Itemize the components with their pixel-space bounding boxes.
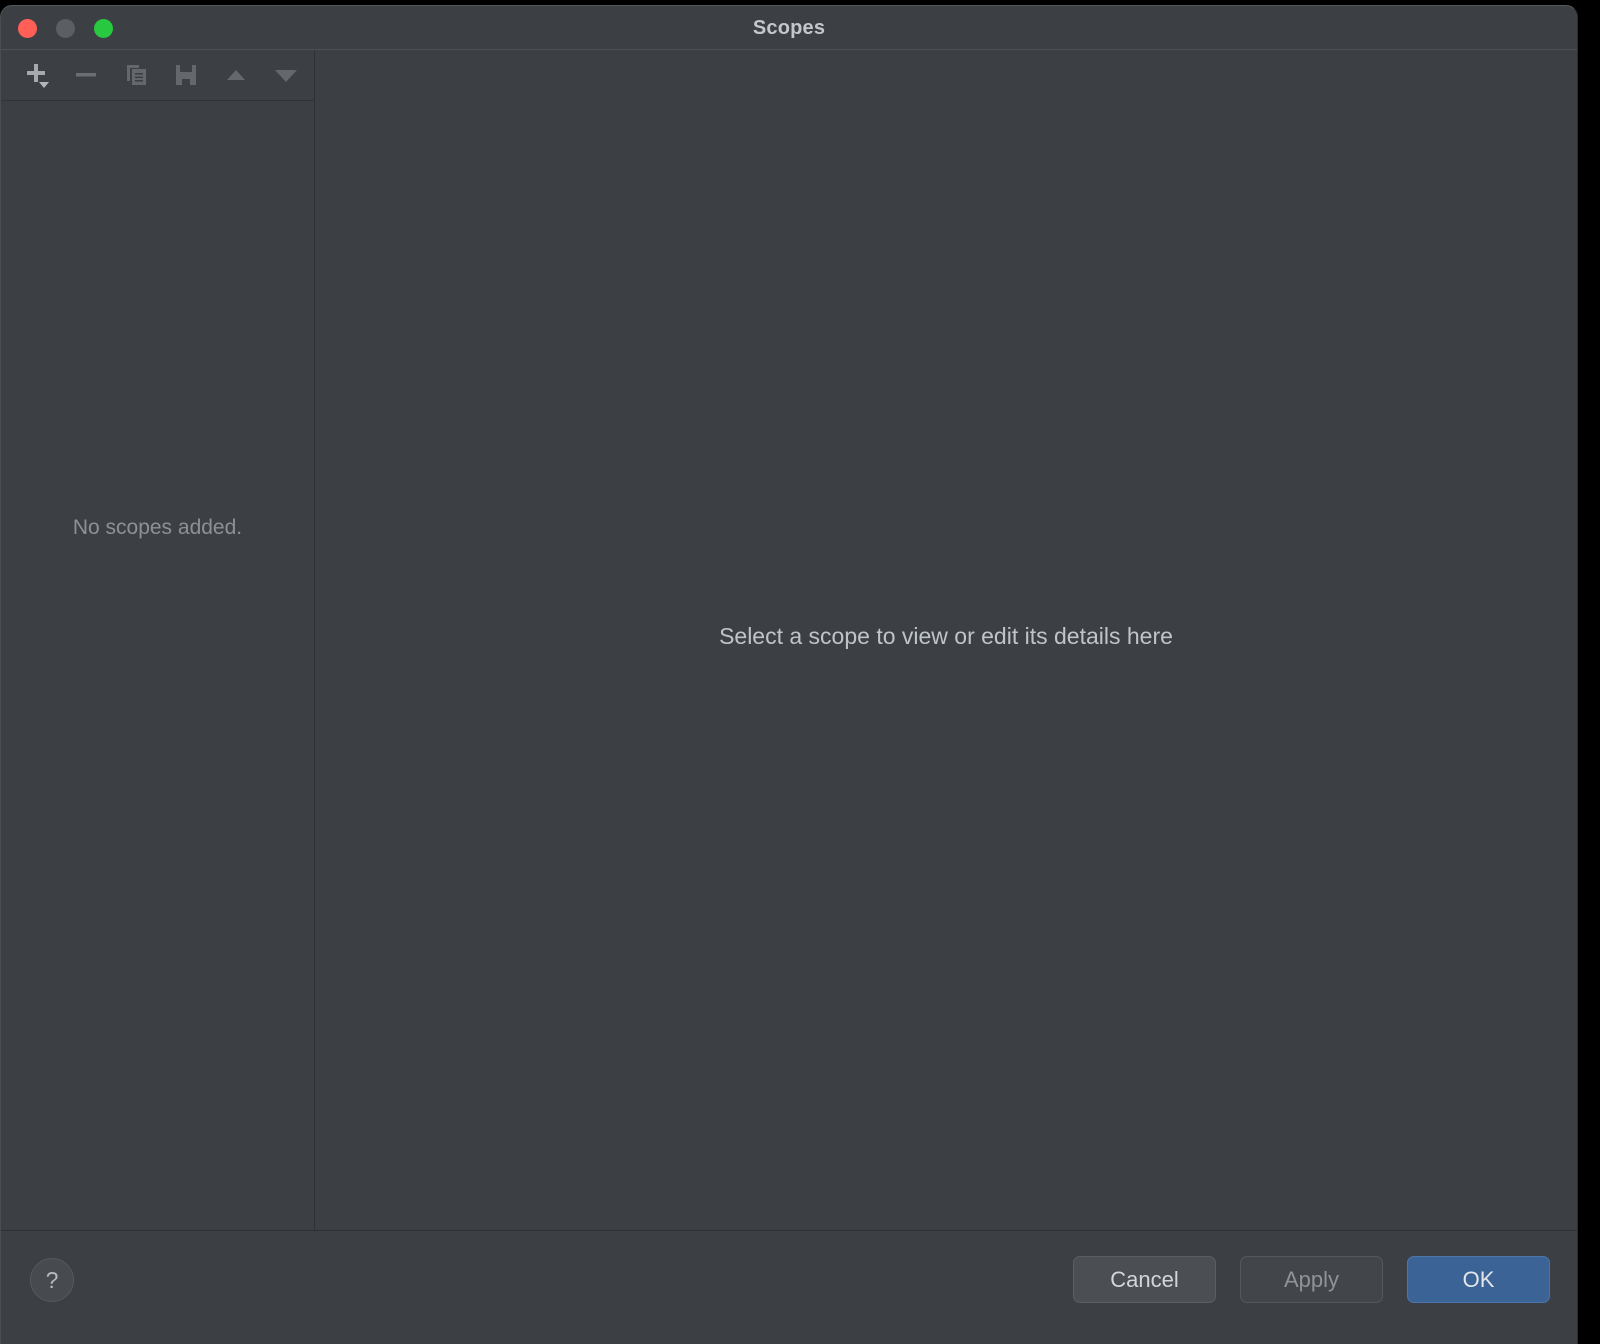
dialog-footer: ? Cancel Apply OK [1, 1230, 1577, 1344]
remove-scope-button[interactable] [61, 53, 111, 97]
window-title: Scopes [752, 17, 826, 39]
scope-list-pane: No scopes added. [1, 50, 315, 1230]
copy-icon [121, 60, 151, 90]
scope-details-empty-message: Select a scope to view or edit its detai… [719, 623, 1173, 649]
dialog-body: No scopes added. Select a scope to view … [1, 50, 1577, 1230]
remove-icon [71, 60, 101, 90]
arrow-down-icon [269, 60, 303, 90]
window-titlebar: Scopes [1, 6, 1577, 50]
cancel-button[interactable]: Cancel [1073, 1256, 1216, 1303]
move-scope-up-button[interactable] [211, 53, 261, 97]
dialog-action-buttons: Cancel Apply OK [1073, 1256, 1550, 1303]
apply-button[interactable]: Apply [1240, 1256, 1383, 1303]
help-button[interactable]: ? [30, 1258, 74, 1302]
scope-details-pane: Select a scope to view or edit its detai… [315, 50, 1577, 1230]
scope-list[interactable]: No scopes added. [1, 101, 314, 1230]
duplicate-scope-button[interactable] [111, 53, 161, 97]
scope-list-empty-message: No scopes added. [72, 516, 243, 539]
ok-button[interactable]: OK [1407, 1256, 1550, 1303]
move-scope-down-button[interactable] [261, 53, 311, 97]
scope-list-toolbar [1, 50, 314, 101]
add-icon [21, 60, 51, 90]
save-scope-button[interactable] [161, 53, 211, 97]
scopes-dialog-window: Scopes No scopes added. Select a scope t… [0, 5, 1578, 1344]
add-scope-button[interactable] [11, 53, 61, 97]
arrow-up-icon [221, 60, 251, 90]
save-icon [171, 60, 201, 90]
